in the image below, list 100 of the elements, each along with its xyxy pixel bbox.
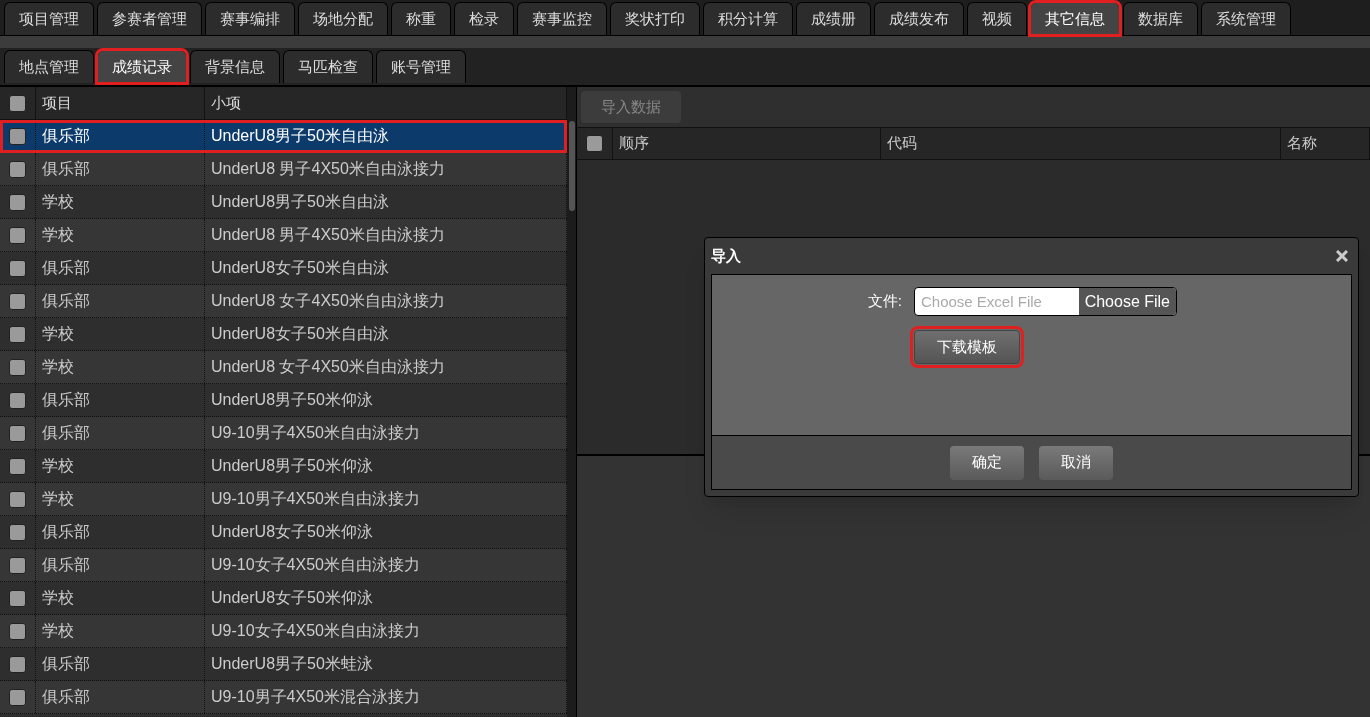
table-cell-text: 俱乐部	[42, 159, 90, 179]
table-cell-text: UnderU8女子50米仰泳	[211, 588, 373, 608]
table-cell-text: 俱乐部	[42, 555, 90, 575]
main-tab[interactable]: 系统管理	[1201, 2, 1291, 35]
table-row[interactable]: 学校 UnderU8 男子4X50米自由泳接力	[0, 219, 567, 252]
table-cell-text: 学校	[42, 357, 74, 377]
table-cell-text: 俱乐部	[42, 291, 90, 311]
checkbox[interactable]	[9, 325, 26, 343]
table-cell-text: U9-10女子4X50米自由泳接力	[211, 555, 420, 575]
checkbox[interactable]	[9, 424, 26, 442]
table-row[interactable]: 俱乐部 U9-10男子4X50米混合泳接力	[0, 681, 567, 714]
table-row[interactable]: 俱乐部 UnderU8 男子4X50米自由泳接力	[0, 153, 567, 186]
main-tab[interactable]: 参赛者管理	[97, 2, 202, 35]
table-cell-text: U9-10男子4X50米自由泳接力	[211, 423, 420, 443]
table-cell-text: 学校	[42, 588, 74, 608]
checkbox[interactable]	[9, 589, 26, 607]
table-cell-text: U9-10女子4X50米自由泳接力	[211, 621, 420, 641]
table-cell-text: 俱乐部	[42, 126, 90, 146]
table-cell-text: U9-10男子4X50米自由泳接力	[211, 489, 420, 509]
checkbox[interactable]	[9, 94, 26, 112]
table-row[interactable]: 俱乐部 UnderU8男子50米仰泳	[0, 384, 567, 417]
checkbox[interactable]	[586, 135, 603, 152]
table-row[interactable]: 俱乐部 UnderU8 女子4X50米自由泳接力	[0, 285, 567, 318]
table-cell-text: UnderU8 男子4X50米自由泳接力	[211, 159, 445, 179]
main-tab[interactable]: 检录	[454, 2, 514, 35]
main-tab[interactable]: 数据库	[1123, 2, 1198, 35]
close-icon[interactable]	[1336, 250, 1348, 262]
sub-tab[interactable]: 成绩记录	[97, 50, 187, 83]
sub-tab[interactable]: 背景信息	[190, 50, 280, 83]
checkbox[interactable]	[9, 490, 26, 508]
table-row[interactable]: 学校 UnderU8男子50米自由泳	[0, 186, 567, 219]
main-tab[interactable]: 项目管理	[4, 2, 94, 35]
table-cell-text: 学校	[42, 456, 74, 476]
main-tab[interactable]: 视频	[967, 2, 1027, 35]
checkbox[interactable]	[9, 457, 26, 475]
main-tab[interactable]: 赛事监控	[517, 2, 607, 35]
dialog-button[interactable]: 取消	[1039, 445, 1113, 480]
table-cell-text: UnderU8男子50米蛙泳	[211, 654, 373, 674]
main-tab[interactable]: 称重	[391, 2, 451, 35]
table-row[interactable]: 学校 UnderU8男子50米仰泳	[0, 450, 567, 483]
table-cell-text: 学校	[42, 225, 74, 245]
checkbox[interactable]	[9, 556, 26, 574]
table-cell-text: UnderU8男子50米自由泳	[211, 126, 389, 146]
main-tab[interactable]: 积分计算	[703, 2, 793, 35]
dialog-button[interactable]: 确定	[950, 445, 1024, 480]
checkbox[interactable]	[9, 688, 26, 706]
file-field[interactable]: Choose Excel File Choose File	[914, 287, 1177, 316]
table-row[interactable]: 俱乐部 U9-10男子4X50米自由泳接力	[0, 417, 567, 450]
file-label: 文件:	[866, 291, 902, 312]
table-cell-text: 俱乐部	[42, 423, 90, 443]
table-row[interactable]: 俱乐部 UnderU8女子50米自由泳	[0, 252, 567, 285]
scrollbar-thumb[interactable]	[568, 121, 575, 211]
checkbox[interactable]	[9, 655, 26, 673]
checkbox[interactable]	[9, 622, 26, 640]
checkbox[interactable]	[9, 358, 26, 376]
table-cell-text: UnderU8 女子4X50米自由泳接力	[211, 357, 445, 377]
choose-file-button[interactable]: Choose File	[1078, 288, 1176, 315]
table-row[interactable]: 学校 UnderU8女子50米仰泳	[0, 582, 567, 615]
checkbox[interactable]	[9, 292, 26, 310]
table-cell-text: UnderU8女子50米自由泳	[211, 324, 389, 344]
table-cell-text: 俱乐部	[42, 654, 90, 674]
main-tab[interactable]: 成绩册	[796, 2, 871, 35]
main-tab[interactable]: 场地分配	[298, 2, 388, 35]
table-row[interactable]: 学校 U9-10女子4X50米自由泳接力	[0, 615, 567, 648]
checkbox[interactable]	[9, 193, 26, 211]
checkbox[interactable]	[9, 259, 26, 277]
table-cell-text: UnderU8女子50米仰泳	[211, 522, 373, 542]
table-row[interactable]: 俱乐部 UnderU8男子50米蛙泳	[0, 648, 567, 681]
table-cell-text: U9-10男子4X50米混合泳接力	[211, 687, 420, 707]
checkbox[interactable]	[9, 160, 26, 178]
sub-tab[interactable]: 地点管理	[4, 50, 94, 83]
table-cell-text: UnderU8男子50米仰泳	[211, 390, 373, 410]
checkbox[interactable]	[9, 391, 26, 409]
table-row[interactable]: 学校 U9-10男子4X50米自由泳接力	[0, 483, 567, 516]
table-cell-text: 俱乐部	[42, 258, 90, 278]
main-tab[interactable]: 成绩发布	[874, 2, 964, 35]
sub-tab[interactable]: 马匹检查	[283, 50, 373, 83]
main-tab[interactable]: 赛事编排	[205, 2, 295, 35]
column-header[interactable]: 顺序	[613, 128, 881, 159]
table-cell-text: 学校	[42, 324, 74, 344]
column-header[interactable]: 项目	[36, 87, 205, 119]
table-cell-text: 学校	[42, 621, 74, 641]
table-row[interactable]: 俱乐部 UnderU8女子50米仰泳	[0, 516, 567, 549]
column-header[interactable]: 代码	[881, 128, 1281, 159]
table-row[interactable]: 俱乐部 U9-10女子4X50米自由泳接力	[0, 549, 567, 582]
file-placeholder: Choose Excel File	[920, 292, 1043, 312]
main-tab[interactable]: 其它信息	[1030, 2, 1120, 35]
table-row[interactable]: 学校 UnderU8 女子4X50米自由泳接力	[0, 351, 567, 384]
checkbox[interactable]	[9, 127, 26, 145]
table-row[interactable]: 学校 UnderU8女子50米自由泳	[0, 318, 567, 351]
checkbox[interactable]	[9, 226, 26, 244]
sub-tab[interactable]: 账号管理	[376, 50, 466, 83]
table-cell-text: 俱乐部	[42, 522, 90, 542]
table-cell-text: 学校	[42, 489, 74, 509]
table-cell-text: UnderU8男子50米自由泳	[211, 192, 389, 212]
column-header[interactable]: 名称	[1281, 128, 1370, 159]
table-row[interactable]: 俱乐部 UnderU8男子50米自由泳	[0, 120, 567, 153]
main-tab[interactable]: 奖状打印	[610, 2, 700, 35]
checkbox[interactable]	[9, 523, 26, 541]
table-cell-text: UnderU8 女子4X50米自由泳接力	[211, 291, 445, 311]
